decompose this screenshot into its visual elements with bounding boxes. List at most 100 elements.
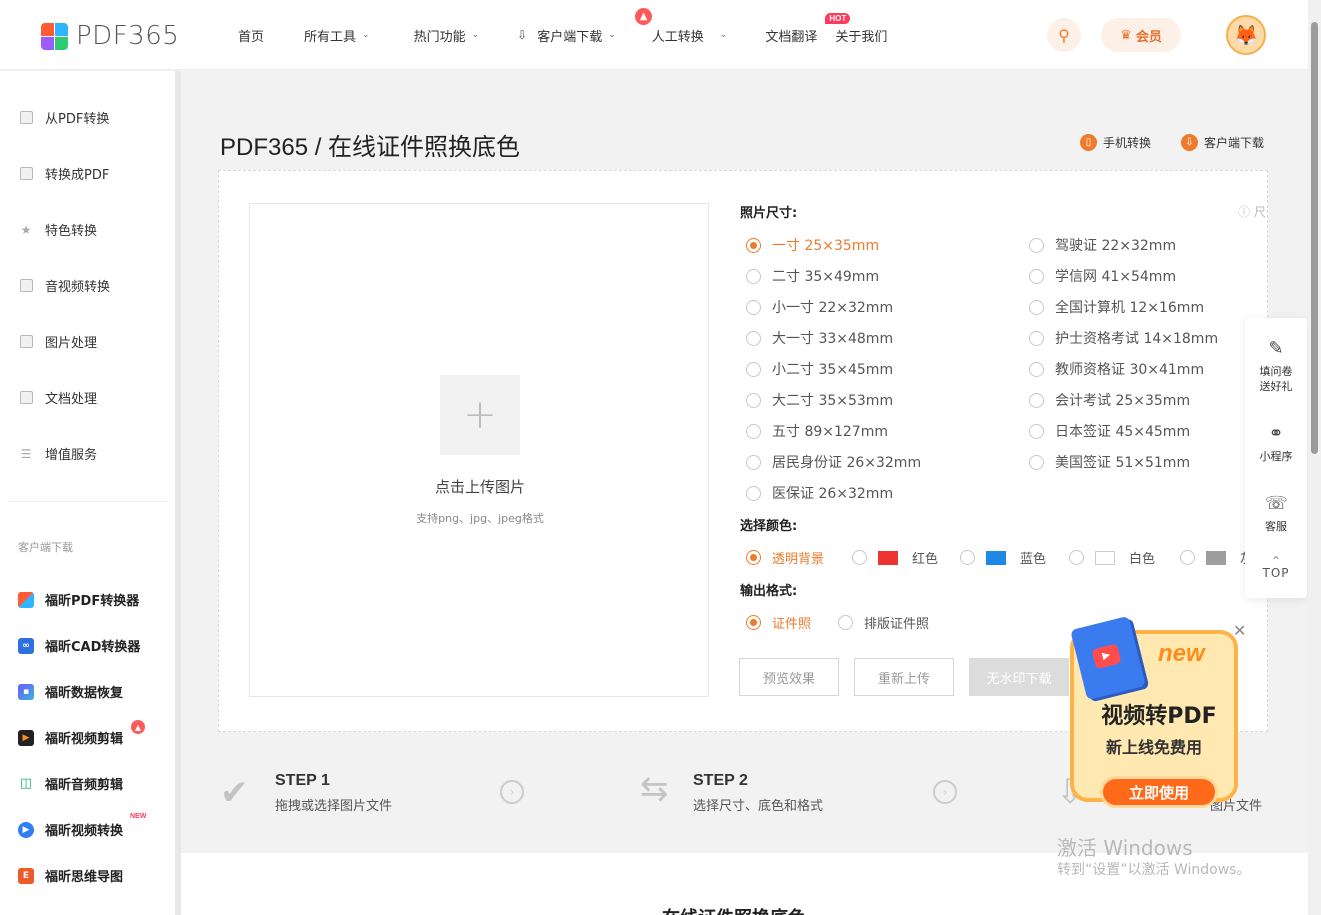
size-option[interactable]: 大二寸 35×53mm: [746, 390, 893, 410]
mobile-convert-label: 手机转换: [1103, 136, 1152, 150]
app-mindmap[interactable]: E 福昕思维导图: [18, 866, 123, 885]
mini-program-label: 小程序: [1259, 450, 1293, 463]
document-icon: [18, 390, 34, 406]
video-converter-icon: ▶: [18, 821, 34, 838]
size-option[interactable]: 教师资格证 30×41mm: [1029, 359, 1204, 379]
logo-text: PDF365: [76, 21, 180, 51]
scrollbar-thumb[interactable]: [1311, 22, 1318, 454]
size-option-label: 大二寸 35×53mm: [772, 393, 894, 409]
promo-cta-button[interactable]: 立即使用: [1100, 776, 1218, 808]
survey-button[interactable]: ✎ 填问卷 送好礼: [1245, 338, 1307, 394]
page-title: PDF365 / 在线证件照换底色: [220, 134, 521, 161]
help-tip[interactable]: ⓘ 尺: [1238, 203, 1266, 220]
sidebar-item-to-pdf[interactable]: 转换成PDF: [18, 164, 109, 183]
main-nav: 首页 所有工具 ⌄ 热门功能 ⌄ ⇩ 客户端下载 ⌄ ▲ 人工转换 ⌄ 文档翻译 HOT …: [238, 0, 887, 70]
preview-button[interactable]: 预览效果: [739, 658, 839, 696]
sidebar-item-image[interactable]: 图片处理: [18, 332, 97, 351]
nav-about[interactable]: 关于我们: [835, 26, 887, 45]
color-option-transparent[interactable]: 透明背景: [746, 548, 824, 567]
size-option[interactable]: 小一寸 22×32mm: [746, 297, 893, 317]
download-icon: ⇩: [1181, 134, 1198, 151]
data-recovery-icon: ▪: [18, 683, 34, 700]
size-option[interactable]: 小二寸 35×45mm: [746, 359, 893, 379]
size-option[interactable]: 日本签证 45×45mm: [1029, 421, 1190, 441]
format-option-layout[interactable]: 排版证件照: [838, 613, 929, 632]
client-download-link[interactable]: ⇩ 客户端下载: [1181, 134, 1264, 151]
vip-button[interactable]: ♛ 会员: [1101, 18, 1181, 52]
sidebar-item-label: 图片处理: [45, 336, 98, 351]
site-logo[interactable]: PDF365: [41, 21, 179, 51]
size-option[interactable]: 会计考试 25×35mm: [1029, 390, 1190, 410]
size-option[interactable]: 护士资格考试 14×18mm: [1029, 328, 1218, 348]
app-data-recovery[interactable]: ▪ 福昕数据恢复: [18, 682, 123, 701]
app-cad-converter[interactable]: ∞ 福昕CAD转换器: [18, 636, 140, 655]
radio: [1029, 423, 1044, 439]
color-option-white[interactable]: 白色: [1069, 548, 1155, 567]
step-2-desc: 选择尺寸、底色和格式: [693, 799, 824, 814]
nav-doc-translate[interactable]: 文档翻译 HOT: [765, 12, 851, 45]
crown-icon: ♛: [1120, 27, 1132, 43]
section-heading: 在线证件照换底色: [662, 904, 806, 915]
radio: [960, 550, 975, 565]
radio: [838, 615, 853, 630]
mobile-convert-link[interactable]: ▯ 手机转换: [1080, 134, 1151, 151]
sidebar-item-from-pdf[interactable]: 从PDF转换: [18, 108, 109, 127]
color-option-label: 透明背景: [772, 552, 825, 567]
radio-selected: [746, 615, 761, 630]
size-option[interactable]: 大一寸 33×48mm: [746, 328, 893, 348]
chevron-down-icon: ⌄: [362, 30, 370, 40]
nav-hot-features[interactable]: 热门功能 ⌄: [414, 26, 480, 45]
size-option[interactable]: 驾驶证 22×32mm: [1029, 235, 1176, 255]
question-icon: ⓘ: [1238, 205, 1251, 219]
size-option[interactable]: 一寸 25×35mm: [746, 235, 879, 255]
sidebar-item-special[interactable]: ★ 特色转换: [18, 220, 97, 240]
app-audio-editor[interactable]: ◫ 福昕音频剪辑: [18, 774, 123, 793]
color-swatch: [986, 550, 1006, 565]
nav-manual-convert[interactable]: 人工转换 ⌄: [652, 26, 728, 45]
nav-home[interactable]: 首页: [238, 26, 264, 45]
mini-program-button[interactable]: ⚭ 小程序: [1245, 423, 1307, 464]
download-no-watermark-button[interactable]: 无水印下载: [969, 658, 1069, 696]
color-option-gray[interactable]: 灰: [1180, 548, 1253, 567]
size-option[interactable]: 居民身份证 26×32mm: [746, 452, 921, 472]
mindmap-icon: E: [18, 867, 34, 884]
format-option-label: 排版证件照: [864, 617, 930, 632]
size-option[interactable]: 五寸 89×127mm: [746, 421, 888, 441]
avatar[interactable]: 🦊: [1226, 15, 1266, 55]
nav-doc-translate-label: 文档翻译: [765, 29, 818, 45]
search-button[interactable]: ⚲: [1047, 18, 1081, 52]
step-arrow-icon: ›: [933, 780, 957, 804]
survey-label: 填问卷 送好礼: [1259, 365, 1293, 393]
size-option[interactable]: 全国计算机 12×16mm: [1029, 297, 1204, 317]
size-option[interactable]: 医保证 26×32mm: [746, 483, 893, 503]
sidebar-item-media[interactable]: 音视频转换: [18, 276, 110, 295]
top-header: PDF365 首页 所有工具 ⌄ 热门功能 ⌄ ⇩ 客户端下载 ⌄ ▲ 人工转换 ⌄ 文档…: [0, 0, 1308, 70]
radio: [1029, 330, 1044, 346]
customer-service-button[interactable]: ☏ 客服: [1245, 493, 1307, 534]
reupload-button[interactable]: 重新上传: [854, 658, 954, 696]
back-to-top-button[interactable]: ⌃ TOP: [1245, 555, 1307, 581]
promo-popup[interactable]: ▶ new 视频转PDF 新上线免费用 立即使用: [1070, 615, 1240, 808]
radio: [746, 423, 761, 439]
close-icon[interactable]: ✕: [1233, 621, 1246, 640]
upload-button[interactable]: +: [440, 375, 520, 455]
app-video-editor[interactable]: ▶ 福昕视频剪辑 ▲: [18, 720, 145, 747]
sidebar-scrollbar[interactable]: [175, 71, 181, 915]
size-option[interactable]: 学信网 41×54mm: [1029, 266, 1176, 286]
sidebar-item-document[interactable]: 文档处理: [18, 388, 97, 407]
size-option[interactable]: 美国签证 51×51mm: [1029, 452, 1190, 472]
color-option-red[interactable]: 红色: [852, 548, 938, 567]
size-option[interactable]: 二寸 35×49mm: [746, 266, 879, 286]
format-option-id-photo[interactable]: 证件照: [746, 613, 811, 632]
app-pdf-converter[interactable]: 福昕PDF转换器: [18, 590, 139, 609]
radio-selected: [746, 550, 761, 565]
promo-new: new: [1158, 640, 1205, 667]
app-video-converter[interactable]: ▶ 福昕视频转换 NEW: [18, 813, 146, 839]
radio: [1029, 268, 1044, 284]
sidebar-item-service[interactable]: ☰ 增值服务: [18, 444, 97, 464]
nav-all-tools[interactable]: 所有工具 ⌄: [304, 26, 370, 45]
color-option-blue[interactable]: 蓝色: [960, 548, 1046, 567]
radio: [1069, 550, 1084, 565]
nav-client-download[interactable]: ⇩ 客户端下载 ⌄ ▲: [517, 7, 653, 45]
app-label: 福昕CAD转换器: [45, 640, 141, 655]
